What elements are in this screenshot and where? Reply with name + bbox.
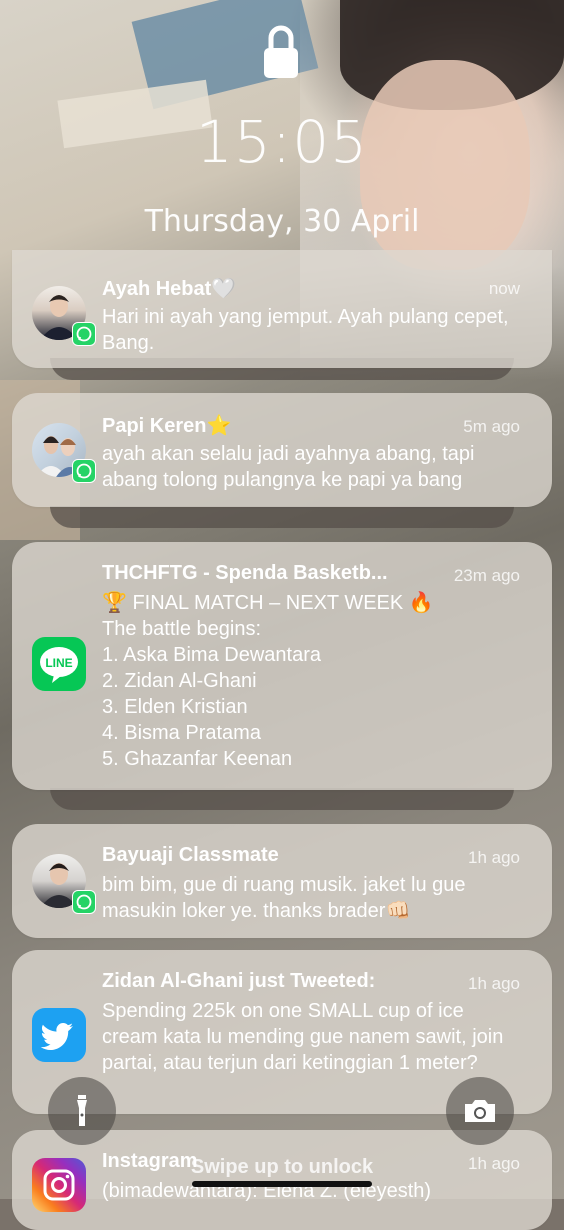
notification-body: 🏆 FINAL MATCH – NEXT WEEK 🔥 The battle b… — [102, 590, 522, 772]
lockscreen-date: Thursday, 30 April — [144, 204, 420, 239]
flashlight-icon — [77, 1095, 87, 1126]
notification-body: bim bim, gue di ruang musik. jaket lu gu… — [102, 874, 466, 922]
home-indicator[interactable] — [192, 1181, 372, 1187]
whatsapp-icon — [72, 890, 96, 914]
notification-body: Hari ini ayah yang jemput. Ayah pulang c… — [102, 306, 509, 354]
message-line: 3. Elden Kristian — [102, 696, 248, 718]
line-icon: LINE — [32, 637, 86, 691]
twitter-icon — [32, 1008, 86, 1062]
message-line: 5. Ghazanfar Keenan — [102, 748, 293, 770]
message-line: 🏆 FINAL MATCH – NEXT WEEK 🔥 — [102, 592, 434, 614]
notification-title: Papi Keren⭐ — [102, 415, 232, 437]
notification-ayah-hebat[interactable]: Ayah Hebat🤍 now Hari ini ayah yang jempu… — [12, 250, 552, 368]
camera-button[interactable] — [446, 1077, 514, 1145]
notification-stack-edge — [50, 506, 514, 528]
notification-time: 23m ago — [453, 566, 520, 585]
notification-bayuaji[interactable]: Bayuaji Classmate 1h ago bim bim, gue di… — [12, 824, 552, 938]
notification-stack-edge — [50, 788, 514, 810]
message-line: The battle begins: — [102, 618, 261, 640]
lockscreen-clock: 15:05 — [195, 108, 369, 176]
flashlight-button[interactable] — [48, 1077, 116, 1145]
notification-time: 1h ago — [468, 974, 520, 993]
notification-title: THCHFTG - Spenda Basketb... — [102, 562, 388, 584]
message-line: 1. Aska Bima Dewantara — [102, 644, 321, 666]
notification-papi-keren[interactable]: Papi Keren⭐ 5m ago ayah akan selalu jadi… — [12, 393, 552, 507]
swipe-up-hint: Swipe up to unlock — [190, 1156, 374, 1178]
notification-body: ayah akan selalu jadi ayahnya abang, tap… — [102, 443, 475, 491]
camera-icon — [465, 1100, 495, 1122]
message-line: 4. Bisma Pratama — [102, 722, 261, 744]
notification-time: 1h ago — [468, 848, 520, 867]
line-logo-text: LINE — [45, 656, 72, 670]
whatsapp-icon — [72, 322, 96, 346]
notification-time: now — [488, 279, 520, 298]
notification-body: Spending 225k on one SMALL cup of ice cr… — [102, 1000, 504, 1074]
notification-title: Ayah Hebat🤍 — [102, 278, 237, 300]
notification-time: 5m ago — [463, 417, 520, 436]
notification-title: Bayuaji Classmate — [102, 844, 279, 866]
message-line: 2. Zidan Al-Ghani — [102, 670, 257, 692]
notification-instagram[interactable]: Instagram 1h ago (bimadewantara): Elena … — [12, 1130, 552, 1230]
lock-icon — [264, 25, 298, 78]
whatsapp-icon — [72, 459, 96, 483]
notification-line-group[interactable]: LINE THCHFTG - Spenda Basketb... 23m ago… — [12, 542, 552, 790]
notification-title: Zidan Al-Ghani just Tweeted: — [102, 970, 376, 992]
